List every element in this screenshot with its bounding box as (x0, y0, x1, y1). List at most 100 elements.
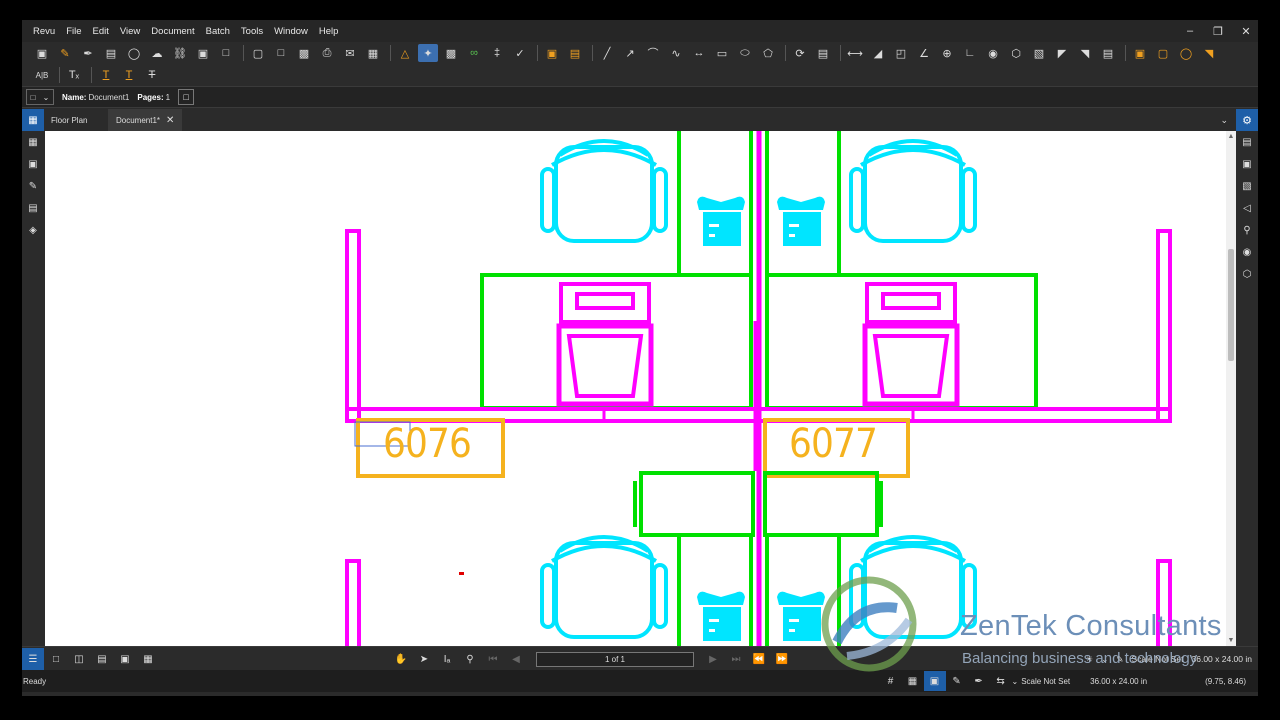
menu-edit[interactable]: Edit (93, 26, 109, 37)
page-setup-button[interactable]: □ (178, 89, 195, 105)
drawing-canvas[interactable]: 6076 6077 (45, 131, 1226, 646)
measure-icon[interactable]: ▣ (1236, 153, 1258, 175)
arc-icon[interactable]: ⌒ (643, 44, 663, 62)
dimension-icon[interactable]: ↔ (689, 44, 709, 62)
text-box-icon[interactable]: ▣ (32, 44, 52, 62)
close-icon[interactable]: ✕ (1240, 25, 1252, 38)
email-icon[interactable]: ✉ (340, 44, 360, 62)
markups-icon[interactable]: ▧ (1236, 175, 1258, 197)
bell-icon[interactable]: △ (395, 44, 415, 62)
minimize-icon[interactable]: – (1184, 25, 1196, 37)
markup-list-icon[interactable]: ▦ (363, 44, 383, 62)
split-icon[interactable]: ▤ (813, 44, 833, 62)
callout-icon[interactable]: ▤ (101, 44, 121, 62)
open-icon[interactable]: □ (271, 44, 291, 62)
spellcheck-icon[interactable]: A|B (32, 66, 52, 84)
polylength-icon[interactable]: ◥ (1075, 44, 1095, 62)
vertical-scrollbar[interactable]: ▲ ▼ (1226, 131, 1236, 646)
room-number-6076[interactable]: 6076 (383, 421, 472, 467)
space-circle-icon[interactable]: ◯ (1176, 44, 1196, 62)
highlight-icon[interactable]: ✎ (55, 44, 75, 62)
pan-hand-icon[interactable]: ✋ (390, 648, 412, 670)
attach-icon[interactable]: ‡ (487, 44, 507, 62)
tab-floor-plan[interactable]: Floor Plan (44, 109, 108, 131)
perimeter-icon[interactable]: ◰ (891, 44, 911, 62)
cloud-icon[interactable]: ☁ (147, 44, 167, 62)
line-icon[interactable]: ╱ (597, 44, 617, 62)
snapshot-icon[interactable]: ▩ (441, 44, 461, 62)
split-vertical-icon[interactable]: ◫ (68, 648, 90, 670)
restore-icon[interactable]: ❐ (1212, 25, 1224, 38)
sync-icon[interactable]: ▣ (114, 648, 136, 670)
length-icon[interactable]: ⟷ (845, 44, 865, 62)
stamp-panel-icon[interactable]: ◁ (1236, 197, 1258, 219)
menu-document[interactable]: Document (151, 26, 194, 37)
single-page-icon[interactable]: □ (45, 648, 67, 670)
radius-icon[interactable]: ⊕ (937, 44, 957, 62)
page-number-input[interactable]: 1 of 1 (536, 651, 694, 667)
pen-icon[interactable]: ✒ (78, 44, 98, 62)
space-edit-icon[interactable]: ▢ (1153, 44, 1173, 62)
toolchest-icon[interactable]: ▤ (22, 197, 44, 219)
wall-icon[interactable]: ▤ (1098, 44, 1118, 62)
count-icon[interactable]: ∟ (960, 44, 980, 62)
next-page-icon[interactable]: ▶ (702, 648, 724, 670)
crop-icon[interactable]: □ (216, 44, 236, 62)
settings-gear-icon[interactable]: ⚙ (1236, 109, 1258, 131)
list-view-icon[interactable]: ☰ (22, 648, 44, 670)
print-icon[interactable]: ⎙ (317, 44, 337, 62)
previous-page-icon[interactable]: ◀ (505, 648, 527, 670)
save-icon[interactable]: ▩ (294, 44, 314, 62)
ellipse-icon[interactable]: ⬭ (735, 44, 755, 62)
document-dropdown[interactable]: □ ⌄ (26, 89, 54, 105)
eraser-icon[interactable]: ✓ (510, 44, 530, 62)
menu-file[interactable]: File (66, 26, 81, 37)
first-page-icon[interactable]: ⏮ (482, 648, 504, 670)
polygon-icon[interactable]: ⬠ (758, 44, 778, 62)
menu-window[interactable]: Window (274, 26, 308, 37)
zoom-icon[interactable]: ⚲ (459, 648, 481, 670)
bookmarks-icon[interactable]: ▣ (22, 153, 44, 175)
cutout-icon[interactable]: ◤ (1052, 44, 1072, 62)
area-icon[interactable]: ◢ (868, 44, 888, 62)
compare-icon[interactable]: ▤ (565, 44, 585, 62)
tab-document1[interactable]: Document1* ✕ (108, 109, 182, 131)
bold-text-icon[interactable]: T (119, 66, 139, 84)
layers-icon[interactable]: ◈ (22, 219, 44, 241)
thumbnails-icon[interactable]: ▦ (22, 131, 44, 153)
properties-icon[interactable]: ▤ (1236, 131, 1258, 153)
underline-text-icon[interactable]: T (96, 66, 116, 84)
text-format-icon[interactable]: Tₓ (64, 66, 84, 84)
next-view-icon[interactable]: ⏩ (771, 648, 793, 670)
scroll-up-icon[interactable]: ▲ (1226, 133, 1236, 140)
menu-batch[interactable]: Batch (206, 26, 230, 37)
image-icon[interactable]: ▣ (193, 44, 213, 62)
select-arrow-icon[interactable]: ➤ (413, 648, 435, 670)
strikethrough-text-icon[interactable]: T (142, 66, 162, 84)
close-tab-icon[interactable]: ✕ (166, 115, 174, 126)
volume-icon[interactable]: ◉ (983, 44, 1003, 62)
rectangle-icon[interactable]: ▭ (712, 44, 732, 62)
menu-revu[interactable]: Revu (33, 26, 55, 37)
link-panel-icon[interactable]: ⬡ (1236, 263, 1258, 285)
signatures-icon[interactable]: ✎ (22, 175, 44, 197)
scrollbar-thumb[interactable] (1228, 249, 1234, 361)
shape-icon[interactable]: ◯ (124, 44, 144, 62)
location-icon[interactable]: ◉ (1236, 241, 1258, 263)
search-icon[interactable]: ⚲ (1236, 219, 1258, 241)
arrow-icon[interactable]: ↗ (620, 44, 640, 62)
stamp-icon[interactable]: ⛓ (170, 44, 190, 62)
calibrate-icon[interactable]: ▧ (1029, 44, 1049, 62)
tab-list-chevron-icon[interactable]: ⌄ (1220, 109, 1228, 131)
file-access-icon[interactable]: ▦ (22, 109, 44, 131)
new-icon[interactable]: ▢ (248, 44, 268, 62)
angle-icon[interactable]: ∠ (914, 44, 934, 62)
menu-help[interactable]: Help (319, 26, 339, 37)
link-icon[interactable]: ∞ (464, 44, 484, 62)
previous-view-icon[interactable]: ⏪ (748, 648, 770, 670)
compare-view-icon[interactable]: ▦ (137, 648, 159, 670)
menu-tools[interactable]: Tools (241, 26, 263, 37)
overlay-icon[interactable]: ▣ (542, 44, 562, 62)
rotate-icon[interactable]: ⟳ (790, 44, 810, 62)
select-text-icon[interactable]: Iₐ (436, 648, 458, 670)
